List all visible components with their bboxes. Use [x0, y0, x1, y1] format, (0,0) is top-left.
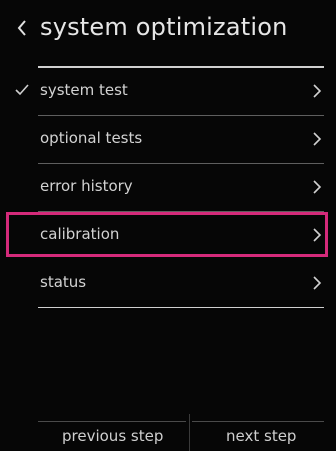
next-step-button[interactable]: next step [226, 427, 296, 445]
previous-step-button[interactable]: previous step [62, 427, 163, 445]
chevron-right-icon [312, 82, 322, 100]
screen: system optimization system test optional… [0, 0, 336, 451]
menu-item-label: error history [40, 177, 133, 195]
menu-item-label: status [40, 273, 87, 291]
chevron-right-icon [312, 226, 322, 244]
chevron-right-icon [312, 130, 322, 148]
menu-list: system test optional tests error history [0, 68, 336, 308]
chevron-right-icon [312, 178, 322, 196]
menu-item-error-history[interactable]: error history [0, 164, 336, 212]
divider [38, 307, 324, 308]
menu-item-status[interactable]: status [0, 260, 336, 308]
footer-divider [38, 421, 186, 422]
menu-item-optional-tests[interactable]: optional tests [0, 116, 336, 164]
menu-item-label: system test [40, 81, 128, 99]
back-icon[interactable] [14, 16, 30, 40]
menu-item-system-test[interactable]: system test [0, 68, 336, 116]
menu-item-label: calibration [40, 225, 120, 243]
chevron-right-icon [312, 274, 322, 292]
page-title: system optimization [40, 13, 288, 41]
header: system optimization [0, 0, 336, 58]
checkmark-icon [14, 82, 30, 98]
menu-item-calibration[interactable]: calibration [0, 212, 336, 260]
footer-separator [189, 414, 190, 451]
footer-divider [192, 421, 324, 422]
menu-item-label: optional tests [40, 129, 143, 147]
